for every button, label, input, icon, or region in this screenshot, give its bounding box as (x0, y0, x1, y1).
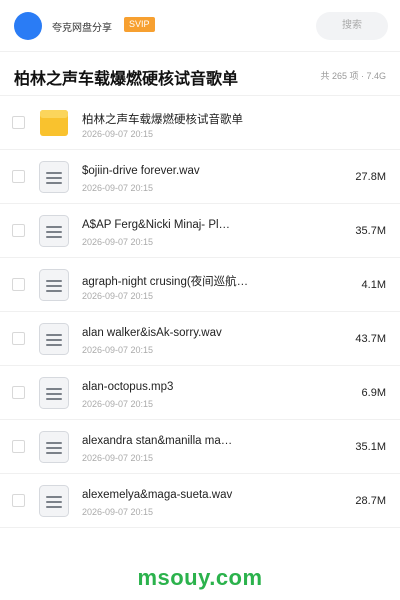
file-row[interactable]: alan walker&isÁk-sorry.wav 2026-09-07 20:… (0, 312, 400, 366)
file-size: 6.9M (361, 387, 386, 399)
file-row[interactable]: $ojiin-drive forever.wav 2026-09-07 20:15… (0, 150, 400, 204)
document-icon (37, 214, 71, 248)
row-checkbox[interactable] (12, 440, 25, 453)
file-date: 2026-09-07 20:15 (82, 183, 154, 193)
row-checkbox[interactable] (12, 224, 25, 237)
document-icon (37, 484, 71, 518)
file-date: 2026-09-07 20:15 (82, 453, 154, 463)
page-title: 柏林之声车载爆燃硬核试音歌单 (14, 71, 239, 88)
folder-header: 柏林之声车载爆燃硬核试音歌单 共 265 项 · 7.4G (0, 52, 400, 96)
folder-summary: 共 265 项 · 7.4G (320, 71, 386, 81)
watermark: msouy.com (137, 565, 263, 590)
file-name[interactable]: alan-octopus.mp3 (82, 381, 340, 393)
row-checkbox[interactable] (12, 116, 25, 129)
row-checkbox[interactable] (12, 386, 25, 399)
file-name[interactable]: 柏林之声车载爆燃硬核试音歌单 (82, 111, 340, 127)
document-icon (37, 430, 71, 464)
file-size: 4.1M (361, 279, 386, 291)
folder-icon (37, 106, 71, 140)
svip-badge: SVIP (124, 17, 155, 32)
document-icon (37, 322, 71, 356)
file-size: 35.1M (355, 441, 386, 453)
file-name[interactable]: agraph-night crusing(夜间巡航… (82, 273, 340, 289)
document-icon (37, 376, 71, 410)
file-date: 2026-09-07 20:15 (82, 345, 154, 355)
file-name[interactable]: alan walker&isÁk-sorry.wav (82, 327, 340, 339)
file-row[interactable]: A$AP Ferg&Nicki Minaj- Pl… 2026-09-07 20:… (0, 204, 400, 258)
folder-row[interactable]: 柏林之声车载爆燃硬核试音歌单 2026-09-07 20:15 (0, 96, 400, 150)
avatar[interactable] (14, 12, 42, 40)
file-size: 43.7M (355, 333, 386, 345)
file-name[interactable]: A$AP Ferg&Nicki Minaj- Pl… (82, 219, 340, 231)
file-date: 2026-09-07 20:15 (82, 507, 154, 517)
row-checkbox[interactable] (12, 170, 25, 183)
file-date: 2026-09-07 20:15 (82, 291, 154, 301)
file-size: 28.7M (355, 495, 386, 507)
file-size: 35.7M (355, 225, 386, 237)
search-input[interactable]: 搜索 (316, 12, 388, 40)
file-row[interactable]: alexemelya&maga-sueta.wav 2026-09-07 20:1… (0, 474, 400, 528)
file-row[interactable]: alan-octopus.mp3 2026-09-07 20:15 6.9M (0, 366, 400, 420)
file-date: 2026-09-07 20:15 (82, 129, 154, 139)
row-checkbox[interactable] (12, 278, 25, 291)
file-name[interactable]: alexemelya&maga-sueta.wav (82, 489, 340, 501)
app-name: 夸克网盘分享 (52, 23, 112, 34)
share-header: 夸克网盘分享 SVIP 搜索 (0, 0, 400, 52)
file-date: 2026-09-07 20:15 (82, 399, 154, 409)
file-date: 2026-09-07 20:15 (82, 237, 154, 247)
document-icon (37, 268, 71, 302)
row-checkbox[interactable] (12, 494, 25, 507)
file-list: 柏林之声车载爆燃硬核试音歌单 2026-09-07 20:15 $ojiin-dri… (0, 96, 400, 528)
document-icon (37, 160, 71, 194)
file-size: 27.8M (355, 171, 386, 183)
file-row[interactable]: alexandra stan&manilla ma… 2026-09-07 20:… (0, 420, 400, 474)
file-name[interactable]: alexandra stan&manilla ma… (82, 435, 340, 447)
file-row[interactable]: agraph-night crusing(夜间巡航… 2026-09-07 20:… (0, 258, 400, 312)
row-checkbox[interactable] (12, 332, 25, 345)
file-name[interactable]: $ojiin-drive forever.wav (82, 165, 340, 177)
